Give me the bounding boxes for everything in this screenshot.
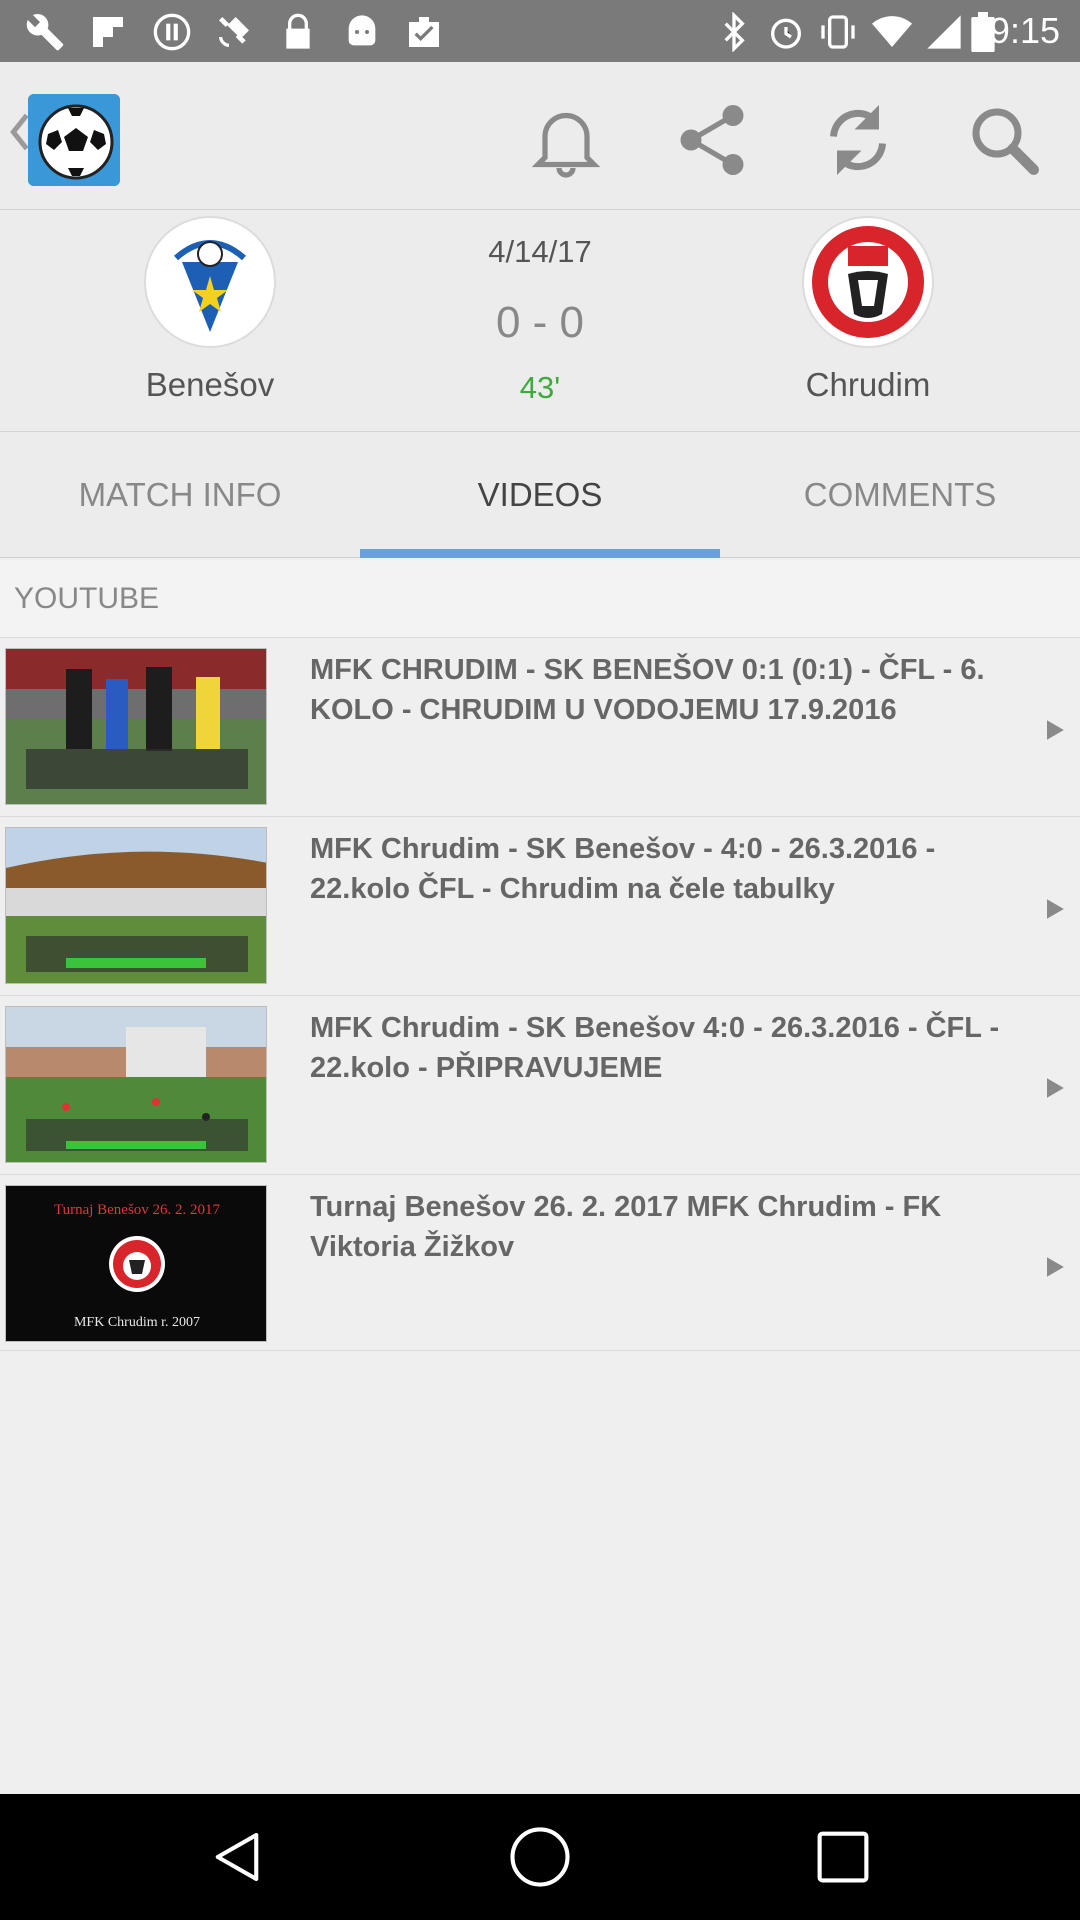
video-list-item[interactable]: Turnaj Benešov 26. 2. 2017 MFK Chrudim r… [0, 1175, 1080, 1351]
benesov-crest-icon [150, 222, 270, 342]
tab-match-info[interactable]: MATCH INFO [0, 432, 360, 558]
satellite-icon [219, 17, 249, 47]
video-thumbnail-image [6, 828, 266, 983]
away-team-name[interactable]: Chrudim [718, 366, 1018, 404]
play-icon[interactable] [1040, 1074, 1068, 1102]
signal-icon [927, 15, 961, 49]
section-header: YOUTUBE [0, 560, 1080, 638]
tab-videos[interactable]: VIDEOS [360, 432, 720, 558]
video-thumbnail[interactable] [5, 1006, 267, 1163]
match-date: 4/14/17 [488, 234, 592, 269]
video-thumbnail[interactable] [5, 648, 267, 805]
away-team-crest[interactable] [802, 216, 934, 348]
tab-bar: MATCH INFO VIDEOS COMMENTS [0, 432, 1080, 558]
thumbnail-caption-top: Turnaj Benešov 26. 2. 2017 [54, 1202, 221, 1218]
video-thumbnail-image [6, 1007, 266, 1162]
video-list: MFK CHRUDIM - SK BENEŠOV 0:1 (0:1) - ČFL… [0, 638, 1080, 1351]
video-thumbnail[interactable] [5, 827, 267, 984]
video-title: Turnaj Benešov 26. 2. 2017 MFK Chrudim -… [310, 1191, 942, 1263]
video-thumbnail[interactable]: Turnaj Benešov 26. 2. 2017 MFK Chrudim r… [5, 1185, 267, 1342]
play-icon[interactable] [1040, 895, 1068, 923]
android-icon [348, 15, 376, 46]
match-minute: 43' [519, 370, 561, 405]
vibrate-icon [821, 15, 855, 49]
play-icon[interactable] [1040, 1253, 1068, 1281]
navigation-bar [0, 1794, 1080, 1920]
recents-icon[interactable] [810, 1824, 876, 1890]
video-list-item[interactable]: MFK CHRUDIM - SK BENEŠOV 0:1 (0:1) - ČFL… [0, 638, 1080, 817]
video-thumbnail-image: Turnaj Benešov 26. 2. 2017 MFK Chrudim r… [6, 1186, 266, 1341]
home-icon[interactable] [507, 1824, 573, 1890]
refresh-icon[interactable] [816, 98, 900, 182]
media-pause-icon [153, 13, 191, 51]
wifi-icon [872, 16, 912, 47]
share-icon[interactable] [670, 98, 754, 182]
video-thumbnail-image [6, 649, 266, 804]
bell-icon[interactable] [524, 98, 608, 182]
status-bar: 9:15 [0, 0, 1080, 62]
home-team-crest[interactable] [144, 216, 276, 348]
video-list-item[interactable]: MFK Chrudim - SK Benešov - 4:0 - 26.3.20… [0, 817, 1080, 996]
app-bar [0, 62, 1080, 210]
wrench-icon [26, 13, 64, 51]
video-list-item[interactable]: MFK Chrudim - SK Benešov 4:0 - 26.3.2016… [0, 996, 1080, 1175]
video-title: MFK CHRUDIM - SK BENEŠOV 0:1 (0:1) - ČFL… [310, 654, 985, 726]
alarm-icon [771, 18, 801, 49]
search-icon[interactable] [962, 98, 1046, 182]
app-logo[interactable] [28, 94, 120, 186]
tab-indicator [360, 549, 720, 558]
match-score: 0 - 0 [495, 298, 585, 347]
home-team-name[interactable]: Benešov [60, 366, 360, 404]
video-title: MFK Chrudim - SK Benešov - 4:0 - 26.3.20… [310, 833, 936, 905]
bluetooth-icon [724, 12, 745, 52]
section-title: YOUTUBE [14, 582, 160, 615]
thumbnail-caption-bottom: MFK Chrudim r. 2007 [74, 1315, 200, 1330]
video-title: MFK Chrudim - SK Benešov 4:0 - 26.3.2016… [310, 1012, 1000, 1084]
clock: 9:15 [989, 10, 1060, 51]
mfk-chrudim-crest-icon [808, 222, 928, 342]
soccer-ball-icon [28, 94, 120, 186]
tab-comments[interactable]: COMMENTS [720, 432, 1080, 558]
clipboard-check-icon [409, 17, 439, 47]
play-icon[interactable] [1040, 716, 1068, 744]
match-header: Benešov 4/14/17 0 - 0 43' Chrudim [0, 210, 1080, 432]
back-icon[interactable] [204, 1824, 270, 1890]
flipboard-icon [93, 17, 123, 47]
lock-icon [286, 13, 310, 49]
